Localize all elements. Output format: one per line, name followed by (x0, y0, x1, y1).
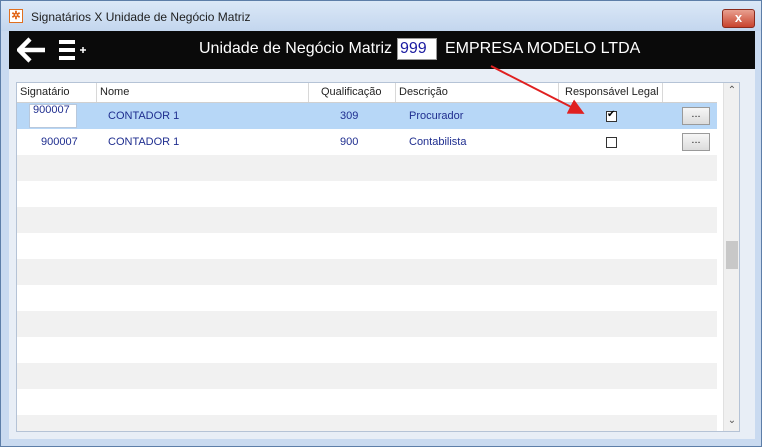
column-header-nome[interactable]: Nome (97, 83, 309, 102)
scroll-thumb[interactable] (726, 241, 738, 269)
empty-row (17, 415, 717, 431)
signatario-cell: 900007 (33, 104, 70, 116)
window-title: Signatários X Unidade de Negócio Matriz (31, 10, 251, 24)
row-details-button[interactable]: ... (682, 107, 710, 125)
close-button[interactable]: x (722, 9, 755, 28)
qualificacao-cell: 309 (340, 110, 359, 122)
empty-row (17, 311, 717, 337)
table-row[interactable]: 900007 CONTADOR 1 900 Contabilista ... (17, 129, 717, 155)
menu-add-icon[interactable] (59, 39, 87, 61)
empty-row (17, 389, 717, 415)
column-header-qualificacao[interactable]: Qualificação (309, 83, 396, 102)
nome-cell: CONTADOR 1 (108, 136, 180, 148)
descricao-cell: Contabilista (409, 136, 467, 148)
back-arrow-icon[interactable] (17, 37, 47, 63)
empty-row (17, 285, 717, 311)
responsavel-legal-checkbox[interactable] (606, 137, 617, 148)
qualificacao-cell: 900 (340, 136, 359, 148)
business-unit-label: Unidade de Negócio Matriz (199, 40, 392, 57)
title-bar: ✲ Signatários X Unidade de Negócio Matri… (1, 1, 761, 31)
grid-header: Signatário Nome Qualificação Descrição R… (17, 83, 717, 103)
signatories-grid: Signatário Nome Qualificação Descrição R… (16, 82, 740, 432)
row-details-button[interactable]: ... (682, 133, 710, 151)
signatario-cell: 900007 (41, 136, 78, 148)
empty-row (17, 207, 717, 233)
app-icon: ✲ (9, 9, 23, 23)
annotation-arrow-icon (490, 65, 585, 114)
column-header-actions (663, 83, 717, 102)
empty-row (17, 233, 717, 259)
nome-cell: CONTADOR 1 (108, 110, 180, 122)
business-unit-code-input[interactable]: 999 (397, 38, 437, 60)
scroll-up-icon[interactable]: ⌃ (724, 83, 739, 99)
empty-row (17, 181, 717, 207)
empty-row (17, 155, 717, 181)
company-name: EMPRESA MODELO LTDA (445, 40, 641, 57)
vertical-scrollbar[interactable]: ⌃ ⌄ (723, 83, 739, 431)
descricao-cell: Procurador (409, 110, 464, 122)
empty-row (17, 337, 717, 363)
responsavel-legal-checkbox[interactable] (606, 109, 617, 122)
empty-row (17, 259, 717, 285)
scroll-down-icon[interactable]: ⌄ (724, 413, 739, 429)
toolbar: Unidade de Negócio Matriz 999 EMPRESA MO… (9, 31, 755, 69)
empty-row (17, 363, 717, 389)
table-row[interactable]: 900007 CONTADOR 1 309 Procurador ... (17, 103, 717, 129)
